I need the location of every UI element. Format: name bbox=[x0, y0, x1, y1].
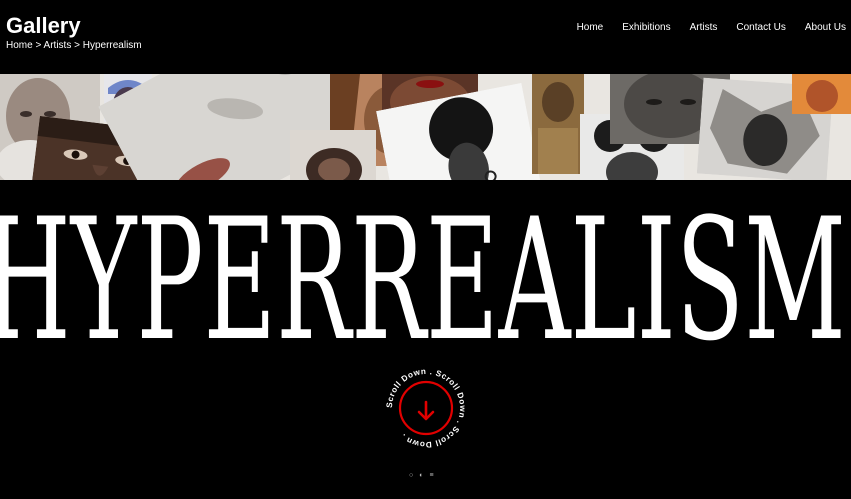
breadcrumb: Home > Artists > Hyperrealism bbox=[6, 40, 142, 52]
artwork-woman-portrait[interactable] bbox=[290, 130, 376, 180]
nav-contact-us[interactable]: Contact Us bbox=[736, 22, 785, 33]
artwork-collage bbox=[0, 74, 851, 180]
breadcrumb-home[interactable]: Home bbox=[6, 40, 33, 51]
artwork-man-gold-tones[interactable] bbox=[532, 74, 584, 174]
main-nav: Home Exhibitions Artists Contact Us Abou… bbox=[577, 22, 846, 33]
breadcrumb-separator: > bbox=[71, 40, 83, 51]
arrow-down-icon bbox=[417, 400, 435, 421]
breadcrumb-current: Hyperrealism bbox=[82, 40, 142, 51]
scroll-down-button[interactable]: Scroll Down . Scroll Down . Scroll Down … bbox=[384, 366, 468, 450]
chat-icon[interactable]: ○ bbox=[409, 472, 413, 479]
nav-about-us[interactable]: About Us bbox=[805, 22, 846, 33]
breadcrumb-separator: > bbox=[32, 40, 44, 51]
hero-title-wrap: HYPERREALISM bbox=[0, 190, 851, 350]
nav-exhibitions[interactable]: Exhibitions bbox=[622, 22, 670, 33]
artwork-woman-orange[interactable] bbox=[792, 74, 851, 114]
mini-toolbar: ○ ◐ ≡ bbox=[409, 472, 434, 479]
site-brand[interactable]: Gallery bbox=[6, 13, 81, 39]
site-header: Gallery Home > Artists > Hyperrealism Ho… bbox=[0, 0, 851, 74]
menu-icon[interactable]: ≡ bbox=[429, 472, 433, 479]
hero-title: HYPERREALISM bbox=[0, 190, 846, 350]
nav-artists[interactable]: Artists bbox=[690, 22, 718, 33]
nav-home[interactable]: Home bbox=[577, 22, 604, 33]
eye-icon[interactable]: ◐ bbox=[419, 472, 423, 479]
breadcrumb-artists[interactable]: Artists bbox=[44, 40, 72, 51]
